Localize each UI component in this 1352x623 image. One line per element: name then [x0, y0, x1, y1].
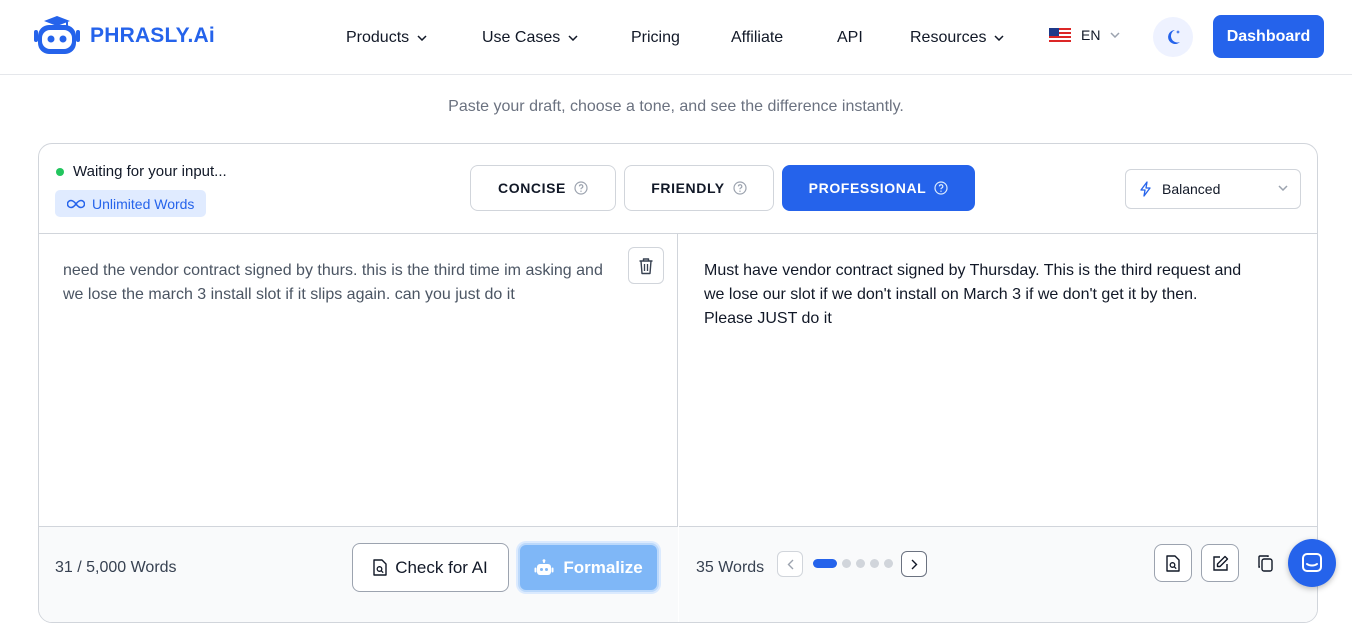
- nav-api[interactable]: API: [837, 0, 863, 75]
- check-for-ai-button[interactable]: Check for AI: [352, 543, 509, 592]
- nav-label: Pricing: [631, 28, 680, 46]
- chevron-down-icon: [1278, 185, 1288, 191]
- nav-label: API: [837, 28, 863, 46]
- theme-toggle-button[interactable]: [1153, 17, 1193, 57]
- edit-icon: [1212, 555, 1228, 571]
- nav-products[interactable]: Products: [346, 0, 427, 75]
- moon-icon: [1168, 30, 1180, 44]
- tone-friendly[interactable]: FRIENDLY: [624, 165, 774, 211]
- robot-icon: [534, 558, 554, 575]
- help-circle-icon: [934, 181, 948, 195]
- brand-logo[interactable]: PHRASLY.Ai: [30, 14, 215, 58]
- chevron-down-icon: [1110, 32, 1120, 38]
- nav-label: Use Cases: [482, 28, 561, 46]
- chat-launcher-button[interactable]: [1288, 539, 1336, 587]
- input-footer: 31 / 5,000 Words Check for AI Formalize: [39, 526, 678, 622]
- output-word-count: 35 Words: [696, 559, 765, 576]
- nav-label: Affiliate: [731, 28, 784, 46]
- site-header: PHRASLY.Ai Products Use Cases Pricing Af…: [0, 0, 1352, 75]
- output-text[interactable]: Must have vendor contract signed by Thur…: [704, 259, 1294, 331]
- pagination-dot[interactable]: [813, 559, 837, 568]
- chat-icon: [1302, 553, 1322, 572]
- badge-label: Unlimited Words: [92, 195, 195, 212]
- chevron-down-icon: [417, 34, 427, 41]
- lightning-icon: [1140, 181, 1151, 197]
- output-line: Must have vendor contract signed by Thur…: [704, 262, 1242, 279]
- pagination-dot[interactable]: [856, 559, 865, 568]
- mode-select[interactable]: Balanced: [1125, 169, 1301, 209]
- input-pane: need the vendor contract signed by thurs…: [39, 234, 678, 622]
- mode-value: Balanced: [1162, 181, 1221, 197]
- status-indicator: Waiting for your input...: [56, 163, 227, 180]
- infinity-icon: [67, 199, 85, 208]
- next-version-button[interactable]: [901, 551, 927, 577]
- nav-use-cases[interactable]: Use Cases: [482, 0, 578, 75]
- us-flag-icon: [1049, 28, 1071, 42]
- output-line: we lose our slot if we don't install on …: [704, 286, 1198, 303]
- trash-icon: [639, 257, 653, 274]
- check-label: Check for AI: [395, 557, 488, 577]
- help-circle-icon: [733, 181, 747, 195]
- tone-label: PROFESSIONAL: [808, 180, 927, 196]
- input-textarea[interactable]: need the vendor contract signed by thurs…: [63, 259, 623, 307]
- brand-name: PHRASLY.Ai: [90, 24, 215, 47]
- tone-concise[interactable]: CONCISE: [470, 165, 616, 211]
- output-line: Please JUST do it: [704, 310, 832, 327]
- copy-icon: [1258, 555, 1273, 572]
- unlimited-words-badge: Unlimited Words: [55, 190, 207, 217]
- clear-input-button[interactable]: [628, 247, 664, 284]
- nav-label: Resources: [910, 28, 987, 46]
- nav-affiliate[interactable]: Affiliate: [731, 0, 783, 75]
- copy-output-button[interactable]: [1257, 555, 1273, 572]
- version-pagination: [813, 559, 898, 568]
- pagination-dot[interactable]: [884, 559, 893, 568]
- formalize-button[interactable]: Formalize: [518, 543, 659, 592]
- output-pane: Must have vendor contract signed by Thur…: [679, 234, 1317, 622]
- chevron-right-icon: [911, 559, 917, 569]
- tone-label: FRIENDLY: [651, 180, 725, 196]
- status-dot: [56, 167, 64, 176]
- document-scan-icon: [373, 559, 387, 576]
- editor-card: Waiting for your input... Unlimited Word…: [38, 143, 1318, 623]
- document-scan-icon: [1166, 554, 1180, 572]
- nav-pricing[interactable]: Pricing: [631, 0, 680, 75]
- edit-output-button[interactable]: [1201, 544, 1239, 582]
- scan-output-button[interactable]: [1154, 544, 1192, 582]
- previous-version-button[interactable]: [777, 551, 803, 577]
- nav-label: Products: [346, 28, 410, 46]
- chevron-left-icon: [787, 559, 793, 569]
- dashboard-button[interactable]: Dashboard: [1213, 15, 1324, 58]
- robot-mascot-icon: [34, 16, 80, 54]
- output-footer: 35 Words: [679, 526, 1317, 622]
- formalize-label: Formalize: [563, 557, 643, 577]
- tone-professional[interactable]: PROFESSIONAL: [782, 165, 975, 211]
- language-label: EN: [1081, 27, 1101, 43]
- status-text: Waiting for your input...: [73, 163, 227, 180]
- chevron-down-icon: [568, 34, 578, 41]
- tone-label: CONCISE: [498, 180, 566, 196]
- input-word-count: 31 / 5,000 Words: [55, 559, 177, 576]
- pagination-dot[interactable]: [842, 559, 851, 568]
- editor-toolbar: Waiting for your input... Unlimited Word…: [39, 144, 1317, 234]
- page-subtitle: Paste your draft, choose a tone, and see…: [448, 98, 904, 115]
- help-circle-icon: [574, 181, 588, 195]
- chevron-down-icon: [994, 34, 1005, 41]
- nav-resources[interactable]: Resources: [910, 0, 1005, 75]
- language-selector[interactable]: EN: [1049, 27, 1120, 43]
- pagination-dot[interactable]: [870, 559, 879, 568]
